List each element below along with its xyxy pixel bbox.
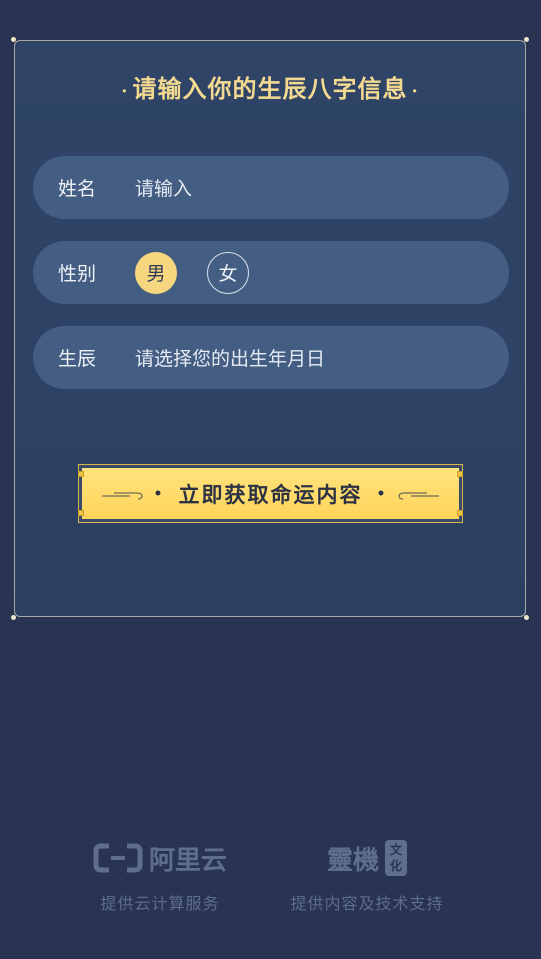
aliyun-caption: 提供云计算服务 — [100, 894, 220, 913]
corner-dot-icon — [11, 37, 16, 42]
cloud-scroll-deco-icon — [398, 491, 439, 500]
title-sep-left: · — [121, 81, 129, 102]
aliyun-brand: 阿里云 提供云计算服务 — [80, 836, 240, 914]
aliyun-logo: 阿里云 — [80, 836, 240, 880]
scroll-knob-icon — [457, 471, 463, 477]
corner-dot-icon — [11, 615, 16, 620]
submit-label: 立即获取命运内容 — [178, 481, 363, 507]
lingji-badge-top: 文 — [389, 843, 402, 857]
name-field-row[interactable]: 姓名 请输入 — [33, 156, 509, 219]
corner-dot-icon — [524, 615, 529, 620]
aliyun-logo-text: 阿里云 — [148, 845, 227, 876]
form-title: · 请输入你的生辰八字信息 · — [15, 69, 525, 104]
info-form-card: · 请输入你的生辰八字信息 · 姓名 请输入 性别 男 女 生辰 请选择您的出生年月… — [11, 37, 529, 620]
submit-button[interactable]: • 立即获取命运内容 • — [78, 464, 463, 523]
lingji-logo: 靈機 文 化 — [272, 836, 462, 880]
lingji-caption: 提供内容及技术支持 — [290, 894, 444, 913]
corner-dot-icon — [524, 37, 529, 42]
lingji-badge-bottom: 化 — [389, 859, 402, 873]
scroll-knob-icon — [457, 510, 463, 516]
lingji-logo-text: 靈機 — [326, 845, 379, 876]
scroll-knob-icon — [78, 510, 84, 516]
birth-label: 生辰 — [58, 348, 97, 370]
title-sep-right: · — [411, 81, 419, 102]
gender-label: 性别 — [58, 263, 97, 285]
lingji-brand: 靈機 文 化 提供内容及技术支持 — [272, 836, 462, 914]
birth-date-picker[interactable]: 请选择您的出生年月日 — [135, 344, 325, 371]
name-input[interactable]: 请输入 — [135, 174, 192, 201]
aliyun-logo-icon — [93, 843, 143, 873]
scroll-knob-icon — [78, 471, 84, 477]
cloud-scroll-deco-icon — [102, 491, 143, 500]
lingji-badge: 文 化 — [385, 840, 407, 876]
gender-option-male[interactable]: 男 — [135, 251, 177, 294]
footer: 阿里云 提供云计算服务 靈機 文 化 提供内容及技术支持 — [0, 836, 541, 916]
gender-field-row: 性别 男 女 — [33, 241, 509, 304]
form-title-text: 请输入你的生辰八字信息 — [132, 74, 408, 103]
birth-field-row[interactable]: 生辰 请选择您的出生年月日 — [33, 326, 509, 389]
name-label: 姓名 — [58, 178, 97, 200]
gender-option-female[interactable]: 女 — [207, 251, 249, 294]
